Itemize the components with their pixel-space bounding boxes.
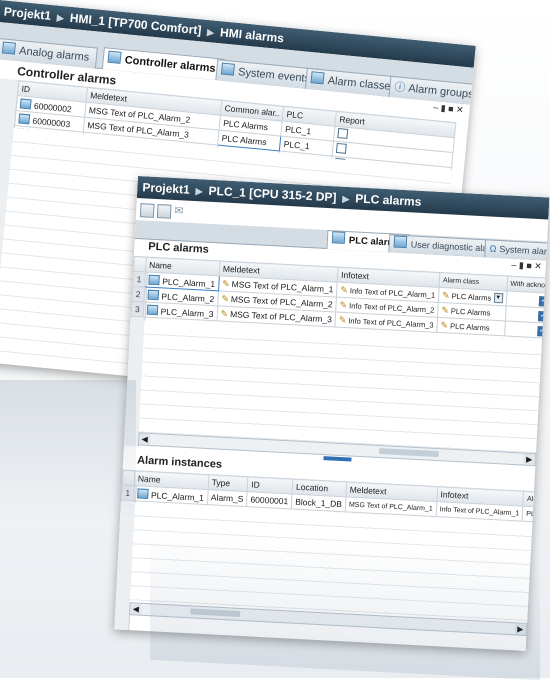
breadcrumb-page[interactable]: HMI alarms (219, 25, 284, 45)
alarm-row-icon (147, 289, 159, 300)
tab-controller-alarms[interactable]: Controller alarms (101, 47, 225, 81)
pencil-icon: ✎ (220, 308, 229, 319)
alarm-table-icon (331, 231, 346, 244)
cell-ack[interactable]: ✓ (504, 320, 550, 340)
info-icon: ⓘ (393, 81, 406, 95)
breadcrumb-project[interactable]: Projekt1 (3, 4, 51, 22)
window-reflection (150, 529, 540, 680)
pencil-icon: ✎ (340, 284, 349, 295)
alarm-row-icon (146, 304, 159, 315)
col-alarm-c[interactable]: Alarm c (523, 491, 550, 508)
tab-system-alarms[interactable]: Ω System alarms (484, 239, 550, 262)
cell-name[interactable]: PLC_Alarm_1 (133, 485, 208, 505)
cell-location[interactable]: Block_1_DB (291, 494, 346, 512)
alarm-row-icon (136, 487, 149, 499)
alarm-table-icon (393, 235, 408, 249)
ack-checkbox[interactable]: ✓ (536, 326, 548, 337)
pencil-icon: ✎ (440, 319, 449, 330)
pencil-icon: ✎ (221, 293, 230, 304)
table-view-icon[interactable] (139, 203, 155, 218)
scroll-left-icon[interactable]: ◀ (138, 433, 151, 445)
pencil-icon: ✎ (441, 304, 450, 315)
scroll-right-icon[interactable]: ▶ (523, 453, 535, 466)
ack-checkbox[interactable]: ✓ (538, 296, 549, 307)
report-checkbox[interactable] (337, 128, 349, 139)
cell-alarm-class[interactable]: ✎PLC Alarms (436, 317, 505, 336)
report-checkbox[interactable] (336, 142, 348, 154)
alarm-row-icon (148, 274, 160, 285)
alarm-row-icon (18, 112, 31, 124)
alarm-instances-title: Alarm instances (136, 454, 223, 471)
row-number[interactable]: 1 (132, 271, 146, 287)
back-window-reflection (0, 380, 136, 520)
pencil-icon: ✎ (338, 314, 347, 325)
alarm-table-icon (220, 62, 235, 76)
pencil-icon: ✎ (339, 299, 348, 310)
tab-alarm-groups[interactable]: ⓘ Alarm groups (388, 75, 476, 106)
row-number[interactable]: 2 (131, 286, 145, 302)
cell-id[interactable]: 60000001 (246, 491, 293, 509)
alarm-table-icon (1, 41, 16, 55)
ack-checkbox[interactable]: ✓ (537, 311, 549, 322)
cell-alarm-c[interactable]: PLC (522, 506, 550, 523)
alarm-table-icon (107, 50, 122, 64)
window-controls[interactable]: – ▮ ■ ✕ (433, 102, 464, 116)
breadcrumb-device[interactable]: PLC_1 [CPU 315-2 DP] (208, 184, 337, 205)
alarm-row-icon (19, 97, 32, 109)
mail-icon[interactable]: ✉ (174, 204, 184, 217)
cell-name[interactable]: PLC_Alarm_3 (142, 301, 218, 321)
breadcrumb-page[interactable]: PLC alarms (355, 191, 422, 208)
tab-system-events[interactable]: System events (215, 59, 320, 90)
window-controls[interactable]: – ▮ ■ ✕ (511, 260, 542, 273)
system-alarm-icon: Ω (489, 243, 497, 254)
dropdown-arrow-icon[interactable]: ▼ (493, 293, 503, 304)
breadcrumb-project[interactable]: Projekt1 (142, 180, 190, 196)
list-view-icon[interactable] (156, 204, 172, 219)
tab-analog-alarms[interactable]: Analog alarms (0, 38, 99, 69)
scroll-left-icon[interactable]: ◀ (130, 603, 142, 615)
scroll-thumb[interactable] (378, 447, 440, 458)
cell-type[interactable]: Alarm_S (207, 489, 248, 507)
row-number[interactable]: 3 (131, 301, 144, 317)
alarm-table-icon (310, 71, 325, 85)
pencil-icon: ✎ (441, 289, 450, 300)
splitter-handle[interactable] (323, 456, 352, 462)
plc-alarms-title: PLC alarms (148, 240, 210, 256)
pencil-icon: ✎ (221, 278, 230, 289)
